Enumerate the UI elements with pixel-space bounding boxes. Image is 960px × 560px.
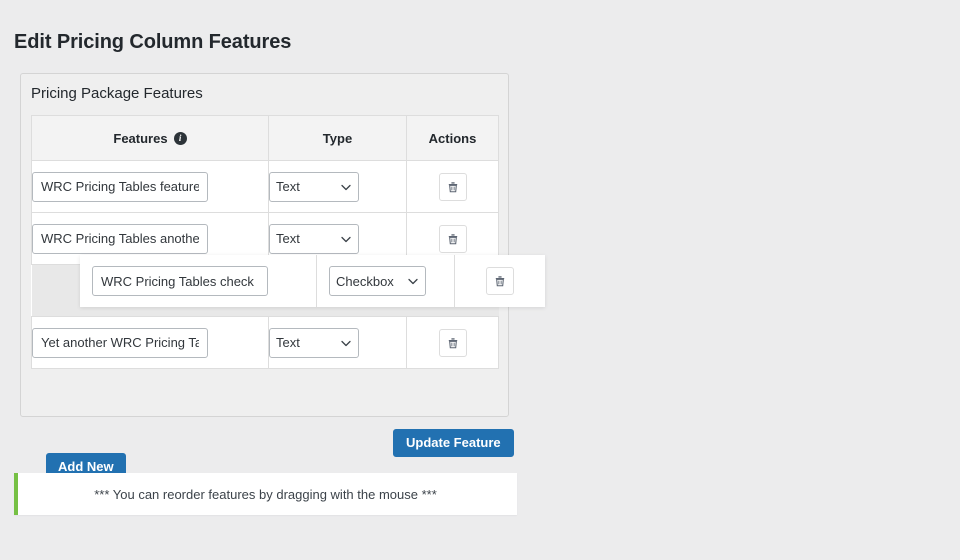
- feature-type-select-wrap: Checkbox: [329, 266, 426, 296]
- feature-name-input[interactable]: [32, 328, 208, 358]
- feature-type-select-wrap: Text: [269, 172, 359, 202]
- info-icon[interactable]: i: [174, 132, 187, 145]
- panel-heading: Pricing Package Features: [31, 85, 203, 102]
- reorder-notice: *** You can reorder features by dragging…: [14, 473, 517, 515]
- column-header-features: Features i: [32, 116, 269, 161]
- column-header-features-label: Features: [113, 131, 167, 146]
- pricing-features-panel: Pricing Package Features Features i Type…: [20, 73, 509, 417]
- table-header-row: Features i Type Actions: [32, 116, 499, 161]
- feature-name-cell: [32, 317, 269, 369]
- feature-actions-cell: [407, 317, 499, 369]
- feature-type-select-wrap: Text: [269, 328, 359, 358]
- features-table: Features i Type Actions: [31, 115, 499, 369]
- feature-type-select[interactable]: Checkbox: [329, 266, 426, 296]
- table-row[interactable]: Text: [32, 317, 499, 369]
- feature-name-input[interactable]: [92, 266, 268, 296]
- feature-name-cell: [32, 161, 269, 213]
- delete-feature-button[interactable]: [439, 173, 467, 201]
- feature-type-cell: Text: [269, 317, 407, 369]
- feature-type-select[interactable]: Text: [269, 328, 359, 358]
- trash-icon: [446, 336, 460, 350]
- delete-feature-button[interactable]: [486, 267, 514, 295]
- feature-name-cell: [80, 255, 317, 307]
- feature-actions-cell: [455, 255, 545, 307]
- delete-feature-button[interactable]: [439, 329, 467, 357]
- feature-type-cell: Text: [269, 161, 407, 213]
- table-header: Features i Type Actions: [32, 116, 499, 161]
- column-header-type-label: Type: [323, 131, 352, 146]
- feature-type-cell: Checkbox: [317, 255, 455, 307]
- column-header-actions: Actions: [407, 116, 499, 161]
- feature-name-input[interactable]: [32, 172, 208, 202]
- trash-icon: [493, 274, 507, 288]
- feature-name-input[interactable]: [32, 224, 208, 254]
- page-title: Edit Pricing Column Features: [14, 31, 291, 54]
- delete-feature-button[interactable]: [439, 225, 467, 253]
- update-feature-button[interactable]: Update Feature: [393, 429, 514, 457]
- trash-icon: [446, 232, 460, 246]
- feature-type-select[interactable]: Text: [269, 224, 359, 254]
- table-row[interactable]: Text: [32, 161, 499, 213]
- feature-type-select-wrap: Text: [269, 224, 359, 254]
- dragged-feature-row[interactable]: Checkbox: [80, 255, 545, 307]
- trash-icon: [446, 180, 460, 194]
- update-feature-wrap: Update Feature: [393, 429, 514, 457]
- reorder-notice-text: *** You can reorder features by dragging…: [94, 487, 441, 502]
- feature-actions-cell: [407, 161, 499, 213]
- column-header-actions-label: Actions: [429, 131, 477, 146]
- feature-type-select[interactable]: Text: [269, 172, 359, 202]
- column-header-type: Type: [269, 116, 407, 161]
